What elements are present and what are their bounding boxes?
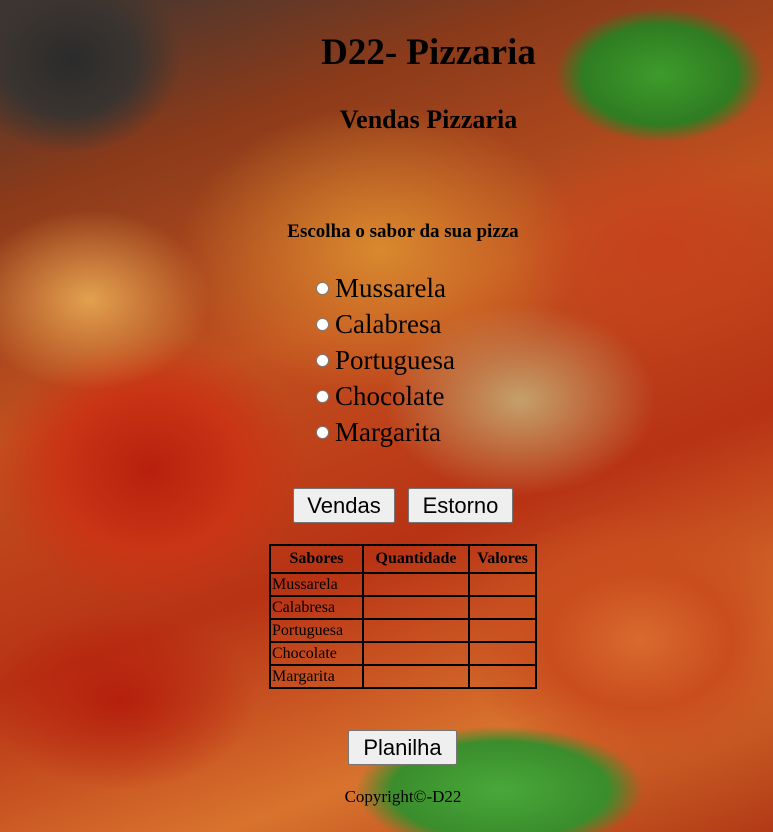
flavor-label: Portuguesa [335, 345, 455, 375]
spreadsheet-button[interactable]: Planilha [348, 730, 457, 765]
sales-table: Sabores Quantidade Valores Mussarela Cal… [269, 544, 537, 689]
table-row: Mussarela [269, 572, 537, 597]
page-subtitle: Vendas Pizzaria [339, 105, 518, 134]
flavor-radio-group: Mussarela Calabresa Portuguesa Chocolate… [316, 270, 455, 450]
flavor-label: Calabresa [335, 309, 442, 339]
flavor-cell: Chocolate [269, 641, 364, 666]
flavor-option-portuguesa[interactable]: Portuguesa [316, 342, 455, 378]
flavor-prompt: Escolha o sabor da sua pizza [287, 221, 519, 242]
table-row: Margarita [269, 664, 537, 689]
sales-button[interactable]: Vendas [293, 488, 395, 523]
value-cell [468, 595, 537, 620]
flavor-option-calabresa[interactable]: Calabresa [316, 306, 455, 342]
flavor-cell: Calabresa [269, 595, 364, 620]
flavor-label: Chocolate [335, 381, 445, 411]
table-row: Calabresa [269, 595, 537, 620]
column-header-quantity: Quantidade [362, 544, 470, 574]
quantity-cell [362, 572, 470, 597]
flavor-option-mussarela[interactable]: Mussarela [316, 270, 455, 306]
flavor-label: Margarita [335, 417, 441, 447]
copyright-footer: Copyright©-D22 [344, 787, 462, 806]
refund-button[interactable]: Estorno [408, 488, 513, 523]
flavor-cell: Margarita [269, 664, 364, 689]
table-row: Portuguesa [269, 618, 537, 643]
radio-margarita[interactable] [316, 425, 329, 439]
column-header-values: Valores [468, 544, 537, 574]
quantity-cell [362, 595, 470, 620]
radio-portuguesa[interactable] [316, 353, 329, 367]
flavor-label: Mussarela [335, 273, 446, 303]
table-header-row: Sabores Quantidade Valores [269, 544, 537, 574]
value-cell [468, 618, 537, 643]
flavor-option-margarita[interactable]: Margarita [316, 414, 455, 450]
page-title: D22- Pizzaria [321, 32, 536, 73]
flavor-option-chocolate[interactable]: Chocolate [316, 378, 455, 414]
column-header-flavors: Sabores [269, 544, 364, 574]
radio-calabresa[interactable] [316, 317, 329, 331]
quantity-cell [362, 618, 470, 643]
table-row: Chocolate [269, 641, 537, 666]
radio-mussarela[interactable] [316, 281, 329, 295]
flavor-cell: Mussarela [269, 572, 364, 597]
quantity-cell [362, 641, 470, 666]
radio-chocolate[interactable] [316, 389, 329, 403]
flavor-cell: Portuguesa [269, 618, 364, 643]
quantity-cell [362, 664, 470, 689]
value-cell [468, 641, 537, 666]
value-cell [468, 572, 537, 597]
value-cell [468, 664, 537, 689]
